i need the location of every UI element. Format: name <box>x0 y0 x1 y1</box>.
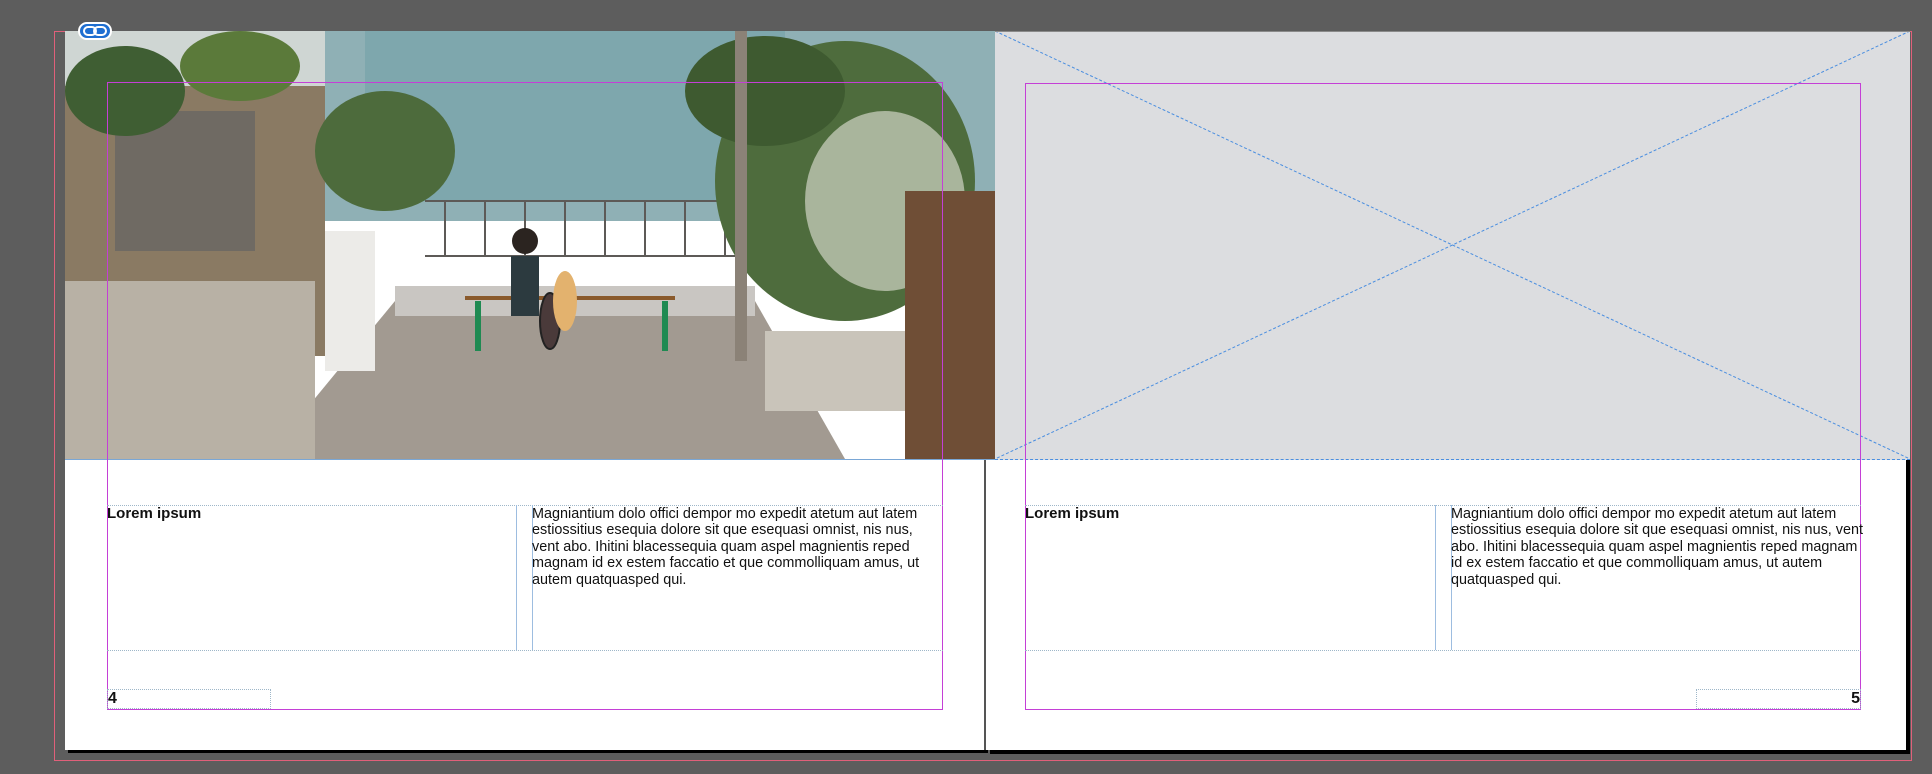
page-number-right: 5 <box>1851 690 1860 707</box>
page-number-frame-left[interactable]: 4 <box>107 689 271 709</box>
page-number-frame-right[interactable]: 5 <box>1696 689 1861 709</box>
right-heading[interactable]: Lorem ipsum <box>1025 505 1433 536</box>
top-edge-guide <box>995 31 1910 32</box>
pasteboard: Lorem ipsum Magniantium dolo offici demp… <box>0 0 1932 774</box>
page-number-left: 4 <box>108 690 117 707</box>
baseline-guide <box>107 650 943 651</box>
column-guide <box>1435 505 1436 650</box>
link-icon[interactable] <box>78 22 112 40</box>
column-guide <box>516 505 517 650</box>
chain-link-icon <box>83 26 107 36</box>
left-body-text[interactable]: Magniantium dolo offici dempor mo expedi… <box>532 506 943 650</box>
left-heading[interactable]: Lorem ipsum <box>107 505 515 536</box>
right-body-text[interactable]: Magniantium dolo offici dempor mo expedi… <box>1451 506 1863 650</box>
baseline-guide <box>1025 650 1861 651</box>
